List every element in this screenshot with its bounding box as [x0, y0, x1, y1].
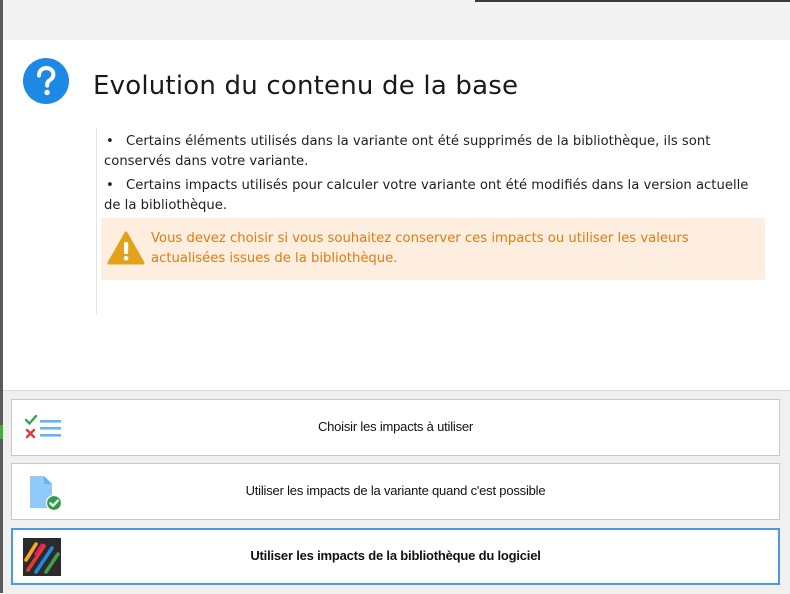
dialog-heading: Evolution du contenu de la base [93, 71, 519, 101]
button-label: Utiliser les impacts de la variante quan… [245, 483, 546, 498]
message-bullet: • Certains éléments utilisés dans la vari… [104, 132, 764, 172]
title-bar-accent-line [475, 0, 790, 2]
button-label: Utiliser les impacts de la bibliothèque … [250, 548, 541, 563]
dialog-content: Evolution du contenu de la base • Certain… [3, 40, 790, 390]
message-bullet: • Certains impacts utilisés pour calculer… [104, 176, 764, 216]
warning-icon [107, 231, 145, 265]
bullet-text: Certains éléments utilisés dans la varia… [104, 134, 711, 169]
warning-text: Vous devez choisir si vous souhaitez con… [151, 231, 689, 266]
choose-impacts-button[interactable]: Choisir les impacts à utiliser [11, 399, 780, 456]
bullet-symbol: • [106, 134, 114, 149]
message-body: • Certains éléments utilisés dans la vari… [96, 128, 772, 314]
use-variant-impacts-button[interactable]: Utiliser les impacts de la variante quan… [11, 463, 780, 520]
button-label: Choisir les impacts à utiliser [317, 419, 474, 434]
command-area: Choisir les impacts à utiliser Utiliser … [3, 390, 790, 594]
bullet-symbol: • [106, 178, 114, 193]
question-icon [23, 58, 69, 104]
bullet-text: Certains impacts utilisés pour calculer … [104, 178, 749, 213]
title-bar [0, 0, 790, 40]
use-library-impacts-button[interactable]: Utiliser les impacts de la bibliothèque … [11, 528, 780, 585]
warning-panel: Vous devez choisir si vous souhaitez con… [101, 218, 765, 280]
